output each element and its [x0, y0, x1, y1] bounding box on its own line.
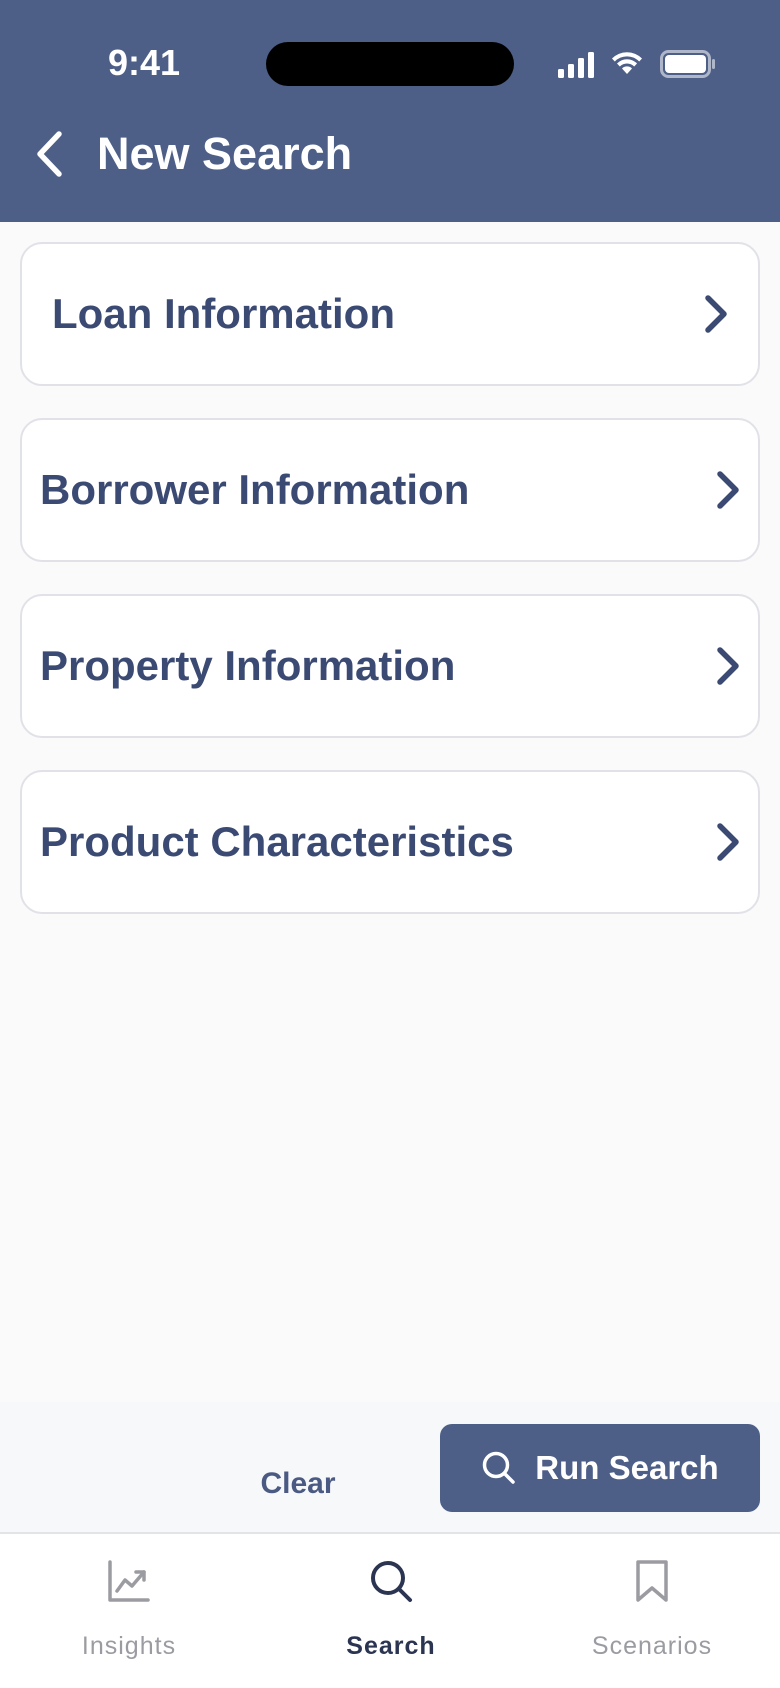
borrower-information-card[interactable]: Borrower Information: [20, 418, 760, 562]
tab-label: Insights: [81, 1632, 177, 1660]
search-icon: [371, 1561, 412, 1602]
signal-icon: [558, 52, 594, 78]
tab-search[interactable]: Search: [301, 1558, 481, 1668]
wifi-icon: [612, 52, 642, 74]
chart-icon: [108, 1560, 150, 1602]
product-characteristics-card[interactable]: Product Characteristics: [20, 770, 760, 914]
bookmark-icon: [636, 1560, 668, 1602]
tab-scenarios[interactable]: Scenarios: [562, 1558, 742, 1668]
back-button[interactable]: [26, 124, 72, 184]
page-title: New Search: [97, 128, 353, 179]
tab-insights[interactable]: Insights: [39, 1558, 219, 1668]
tab-bar: Insights Search Scenarios: [0, 1532, 780, 1688]
chevron-right-icon: [705, 295, 727, 333]
card-label: Product Characteristics: [40, 818, 514, 865]
loan-information-card[interactable]: Loan Information: [20, 242, 760, 386]
chevron-right-icon: [717, 471, 739, 509]
tab-label: Scenarios: [591, 1632, 713, 1660]
search-icon: [483, 1451, 516, 1484]
clear-button[interactable]: Clear: [232, 1452, 364, 1516]
card-label: Loan Information: [52, 290, 395, 337]
run-search-label: Run Search: [535, 1449, 719, 1486]
action-bar: Clear Run Search: [0, 1402, 780, 1532]
run-search-button[interactable]: Run Search: [440, 1424, 760, 1512]
chevron-right-icon: [717, 647, 739, 685]
chevron-left-icon: [37, 131, 62, 177]
dynamic-island: [266, 42, 514, 86]
card-label: Property Information: [40, 642, 456, 689]
card-label: Borrower Information: [40, 466, 470, 513]
property-information-card[interactable]: Property Information: [20, 594, 760, 738]
tab-label: Search: [346, 1632, 436, 1660]
app-screen: 9:41 New Search Loan Information Borrowe…: [0, 0, 780, 1688]
header: 9:41 New Search: [0, 0, 780, 222]
battery-icon: [660, 50, 715, 78]
status-time: 9:41: [107, 42, 181, 83]
chevron-right-icon: [717, 823, 739, 861]
